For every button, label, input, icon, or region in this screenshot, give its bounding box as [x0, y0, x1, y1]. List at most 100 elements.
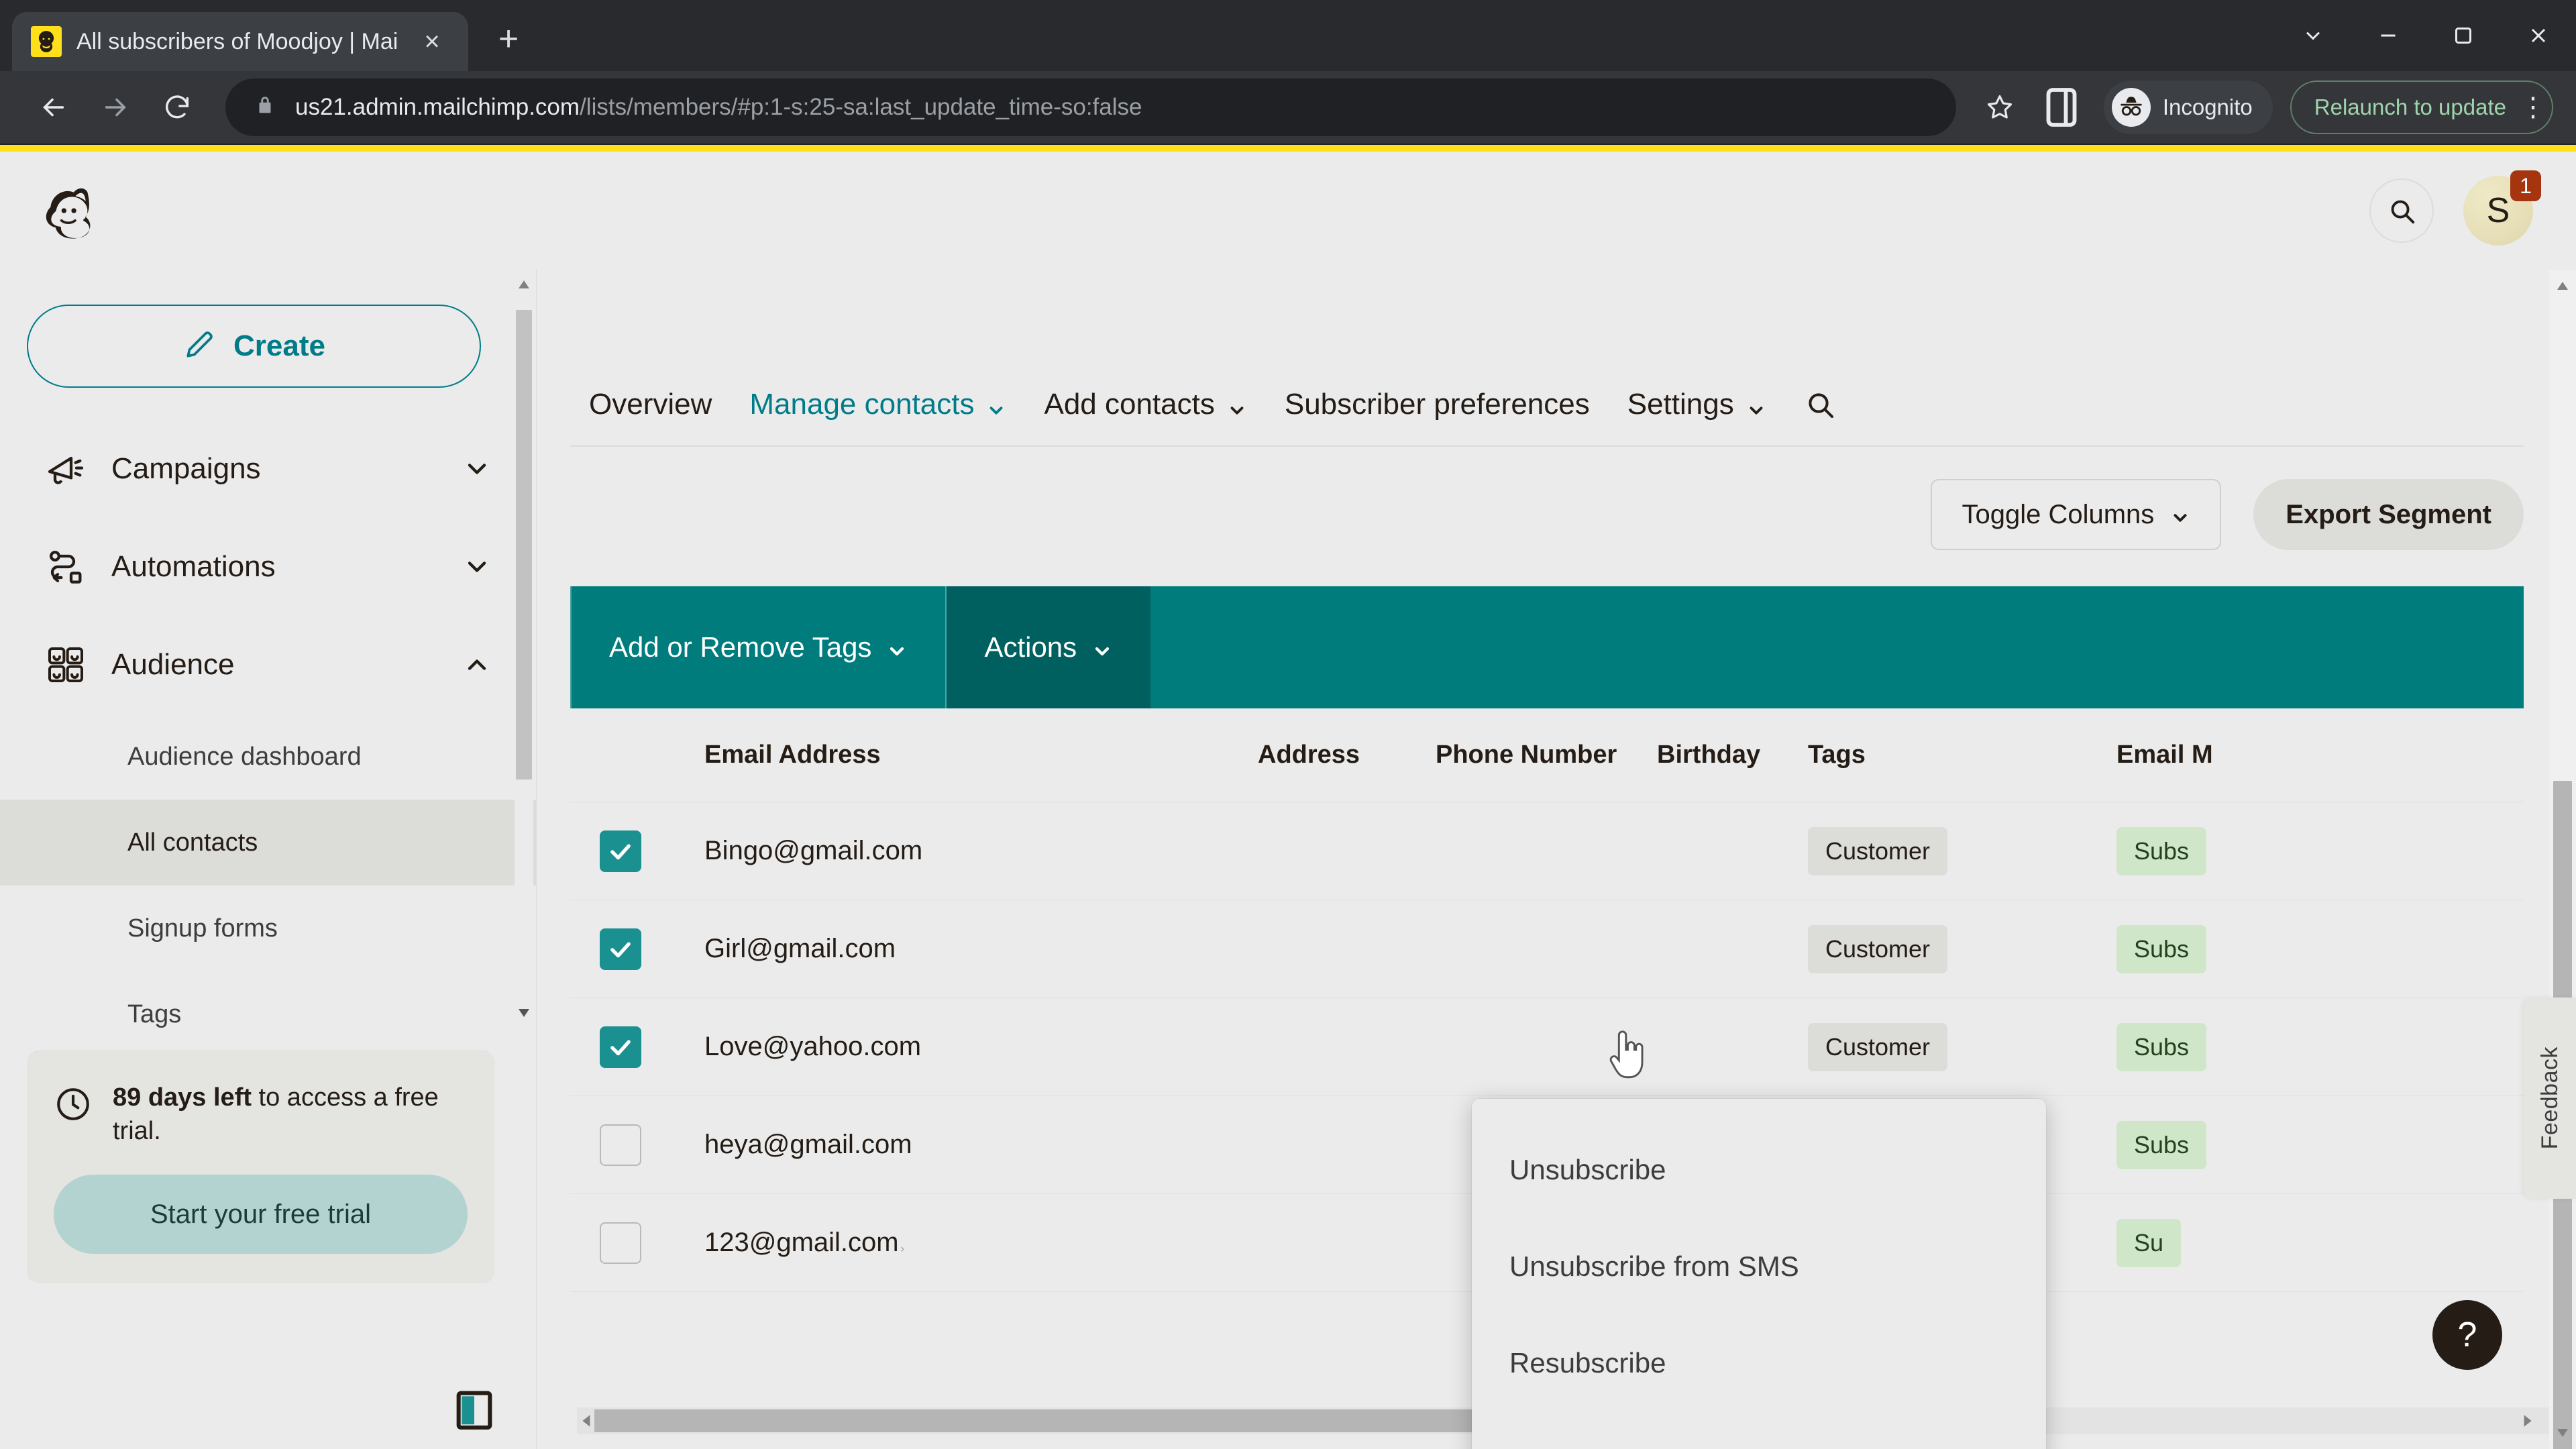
row-checkbox[interactable]: [600, 928, 641, 970]
scroll-up-arrow-icon[interactable]: [517, 278, 531, 291]
reload-icon[interactable]: [146, 76, 208, 138]
status-badge: Subs: [2116, 1120, 2207, 1169]
row-checkbox-cell[interactable]: [570, 1026, 671, 1068]
status-badge: Subs: [2116, 1022, 2207, 1071]
contact-tabs: Overview Manage contacts Add contacts Su…: [570, 270, 2524, 447]
menu-item-unsubscribe-from-sms[interactable]: Unsubscribe from SMS: [1472, 1218, 2046, 1315]
toggle-columns-button[interactable]: Toggle Columns: [1931, 479, 2222, 550]
forward-arrow-icon[interactable]: [85, 76, 146, 138]
row-expand-chevron-icon[interactable]: [899, 1230, 906, 1256]
row-checkbox[interactable]: [600, 1222, 641, 1264]
table-row[interactable]: Girl@gmail.com Customer Subs: [570, 900, 2524, 998]
maximize-icon[interactable]: [2426, 0, 2501, 71]
avatar[interactable]: S 1: [2463, 170, 2541, 246]
scroll-left-arrow-icon[interactable]: [580, 1413, 594, 1428]
close-icon[interactable]: [2501, 0, 2576, 71]
incognito-indicator[interactable]: Incognito: [2103, 80, 2273, 134]
tab-close-icon[interactable]: ×: [415, 28, 449, 55]
row-checkbox-cell[interactable]: [570, 830, 671, 872]
row-email: 123@gmail.com: [704, 1228, 899, 1257]
row-checkbox[interactable]: [600, 1124, 641, 1166]
tag-badge[interactable]: Customer: [1808, 924, 1948, 973]
tab-manage-contacts[interactable]: Manage contacts: [731, 388, 1025, 421]
browser-menu-icon[interactable]: ⋮: [2520, 94, 2546, 121]
tag-badge[interactable]: Customer: [1808, 1022, 1948, 1071]
row-checkbox-cell[interactable]: [570, 928, 671, 970]
chevron-down-icon: [462, 454, 492, 484]
sidebar-item-all-contacts[interactable]: All contacts: [0, 800, 536, 885]
bulk-action-bar: Add or Remove Tags Actions: [570, 586, 2524, 708]
row-email-cell: 123@gmail.com: [671, 1228, 953, 1258]
tab-overview[interactable]: Overview: [570, 388, 731, 421]
create-button[interactable]: Create: [27, 305, 481, 388]
feedback-tab[interactable]: Feedback: [2524, 998, 2576, 1199]
sidebar-item-automations[interactable]: Automations: [0, 518, 536, 616]
actions-label: Actions: [984, 631, 1077, 663]
back-arrow-icon[interactable]: [23, 76, 85, 138]
address-bar[interactable]: us21.admin.mailchimp.com/lists/members/#…: [225, 78, 1956, 136]
add-or-remove-tags-button[interactable]: Add or Remove Tags: [570, 586, 947, 708]
main-content: Overview Manage contacts Add contacts Su…: [537, 270, 2576, 1449]
row-checkbox[interactable]: [600, 1026, 641, 1068]
sidebar-item-tags[interactable]: Tags: [0, 971, 536, 1028]
actions-button[interactable]: Actions: [947, 586, 1151, 708]
column-header-birthday[interactable]: Birthday: [1657, 741, 1808, 769]
side-panel-icon[interactable]: [2035, 81, 2088, 133]
tag-badge[interactable]: Customer: [1808, 826, 1948, 875]
tab-search-chevron-icon[interactable]: [2275, 0, 2351, 71]
sidebar-item-audience[interactable]: Audience: [0, 616, 536, 714]
scroll-right-arrow-icon[interactable]: [2520, 1413, 2534, 1428]
scroll-down-arrow-icon[interactable]: [2556, 1426, 2569, 1440]
url-domain: us21.admin.mailchimp.com: [295, 94, 580, 120]
mailchimp-logo-icon[interactable]: [27, 171, 106, 250]
scroll-up-arrow-icon[interactable]: [2556, 279, 2569, 292]
sidebar-item-campaigns[interactable]: Campaigns: [0, 420, 536, 518]
sidebar-item-signup-forms[interactable]: Signup forms: [0, 885, 536, 971]
chevron-down-icon: [2170, 504, 2190, 525]
chevron-down-icon: [462, 552, 492, 582]
main-vertical-scrollbar[interactable]: [2549, 270, 2576, 1449]
export-segment-button[interactable]: Export Segment: [2253, 479, 2524, 550]
sidebar-scrollbar[interactable]: [515, 270, 533, 1028]
table-row[interactable]: Bingo@gmail.com Customer Subs: [570, 802, 2524, 900]
row-status-cell: Subs: [2116, 1022, 2318, 1071]
browser-tab[interactable]: All subscribers of Moodjoy | Mai ×: [12, 12, 468, 71]
row-checkbox[interactable]: [600, 830, 641, 872]
scroll-down-arrow-icon[interactable]: [517, 1006, 531, 1020]
tab-add-contacts[interactable]: Add contacts: [1025, 388, 1265, 421]
sidebar-nav: Campaigns Automations Audience Audience …: [0, 420, 536, 1028]
sidebar-item-audience-dashboard[interactable]: Audience dashboard: [0, 714, 536, 800]
column-header-phone[interactable]: Phone Number: [1436, 741, 1657, 769]
column-header-email[interactable]: Email Address: [671, 741, 953, 769]
menu-item-unsubscribe[interactable]: Unsubscribe: [1472, 1122, 2046, 1218]
column-header-tags[interactable]: Tags: [1808, 741, 2116, 769]
row-checkbox-cell[interactable]: [570, 1124, 671, 1166]
table-row[interactable]: Love@yahoo.com Customer Subs: [570, 998, 2524, 1096]
minimize-icon[interactable]: [2351, 0, 2426, 71]
row-checkbox-cell[interactable]: [570, 1222, 671, 1264]
column-header-email-marketing[interactable]: Email M: [2116, 741, 2318, 769]
menu-item-vip[interactable]: VIP: [1472, 1411, 2046, 1449]
status-badge: Su: [2116, 1218, 2182, 1267]
app-body: Create Campaigns Automations Audience Au…: [0, 270, 2576, 1449]
relaunch-to-update-button[interactable]: Relaunch to update ⋮: [2290, 80, 2553, 134]
sidebar-scrollbar-thumb[interactable]: [516, 310, 532, 780]
free-trial-card: 89 days left to access a free trial. Sta…: [27, 1051, 494, 1284]
column-header-address[interactable]: Address: [1258, 741, 1436, 769]
status-badge: Subs: [2116, 924, 2207, 973]
start-free-trial-button[interactable]: Start your free trial: [54, 1175, 468, 1254]
search-icon[interactable]: [2369, 178, 2434, 243]
incognito-icon: [2111, 88, 2151, 127]
tab-settings[interactable]: Settings: [1609, 388, 1785, 421]
help-button[interactable]: ?: [2432, 1300, 2502, 1370]
menu-item-resubscribe[interactable]: Resubscribe: [1472, 1315, 2046, 1411]
tab-subscriber-preferences[interactable]: Subscriber preferences: [1266, 388, 1609, 421]
window-controls: [2275, 0, 2576, 71]
lock-icon: [254, 94, 276, 121]
tab-search-icon[interactable]: [1785, 388, 1855, 421]
bookmark-star-icon[interactable]: [1974, 81, 2026, 133]
address-bar-url: us21.admin.mailchimp.com/lists/members/#…: [295, 94, 1142, 121]
panel-toggle-icon[interactable]: [455, 1390, 493, 1430]
incognito-label: Incognito: [2162, 95, 2253, 119]
new-tab-button[interactable]: +: [488, 21, 529, 56]
